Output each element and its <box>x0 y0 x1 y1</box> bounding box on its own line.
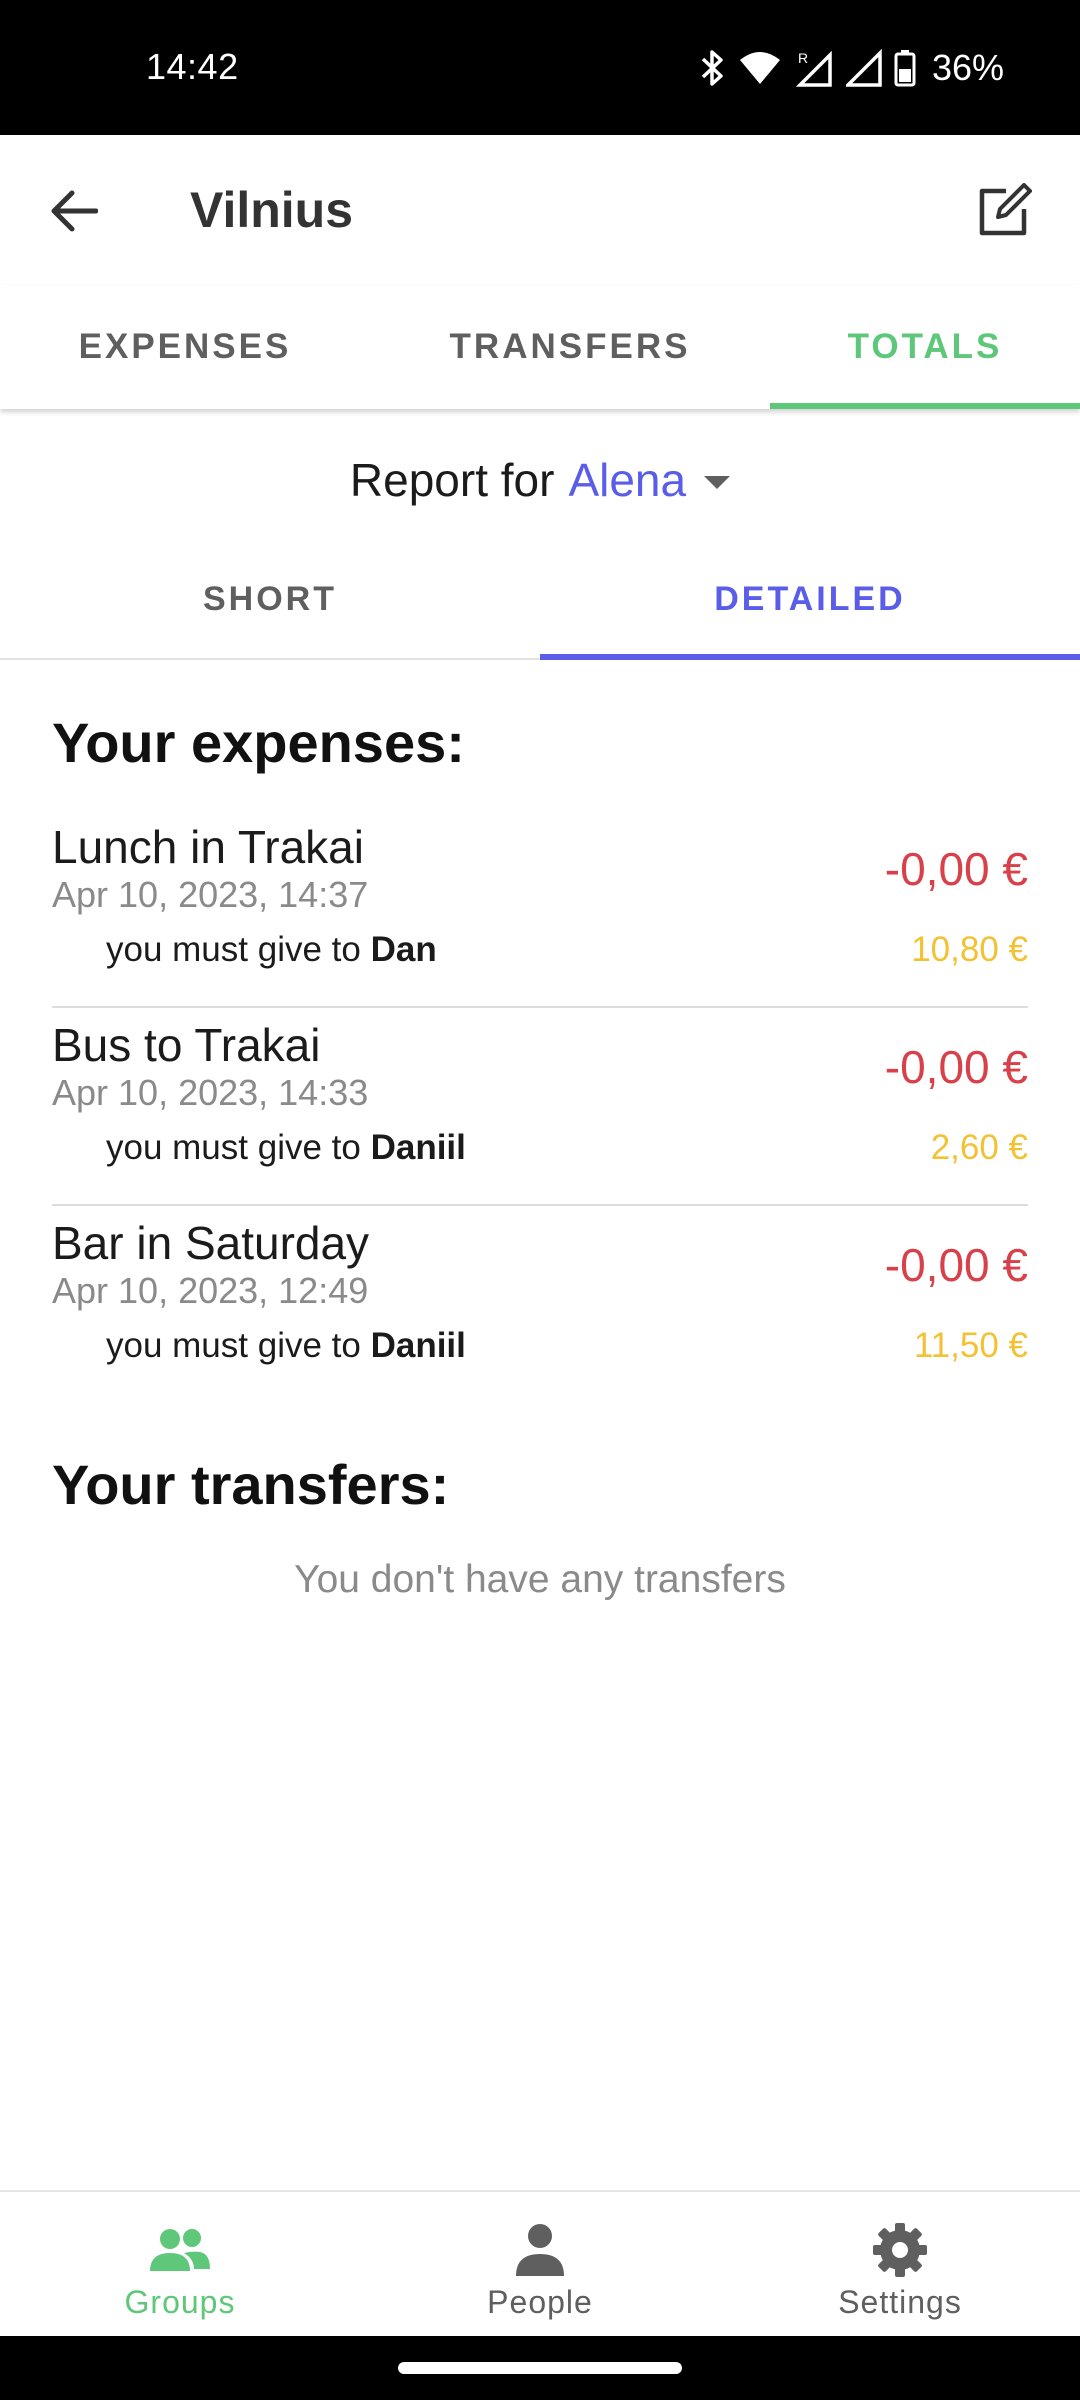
expense-amount: -0,00 € <box>884 1041 1028 1093</box>
report-label: Report for <box>349 454 555 506</box>
owe-amount: 2,60 € <box>930 1128 1028 1167</box>
expense-owe-text: you must give to Dan <box>106 930 437 970</box>
tab-totals[interactable]: TOTALS <box>770 285 1080 409</box>
report-person-dropdown[interactable]: Alena <box>568 453 731 507</box>
expense-amount: -0,00 € <box>884 843 1028 895</box>
owe-person: Daniil <box>370 1326 466 1365</box>
expense-owe-text: you must give to Daniil <box>106 1128 466 1168</box>
battery-icon <box>894 49 916 87</box>
edit-icon <box>976 182 1032 244</box>
expense-name: Bus to Trakai <box>52 1019 321 1071</box>
expense-list: Lunch in Trakai Apr 10, 2023, 14:37 -0,0… <box>52 810 1028 1404</box>
arrow-left-icon <box>50 189 99 238</box>
page-title: Vilnius <box>190 182 354 238</box>
status-time: 14:42 <box>146 46 239 87</box>
caret-down-icon <box>704 475 731 489</box>
nav-groups[interactable]: Groups <box>0 2192 360 2336</box>
groups-icon <box>148 2220 212 2280</box>
back-button[interactable] <box>36 175 112 251</box>
tab-transfers[interactable]: TRANSFERS <box>370 285 770 409</box>
nav-people-label: People <box>487 2284 593 2320</box>
tab-detailed[interactable]: DETAILED <box>540 540 1080 660</box>
expense-date: Apr 10, 2023, 14:37 <box>52 874 369 915</box>
expense-date: Apr 10, 2023, 14:33 <box>52 1072 369 1113</box>
expense-owe-text: you must give to Daniil <box>106 1326 466 1366</box>
status-icons: R 36% <box>700 46 1004 90</box>
signal-roaming-icon: R <box>794 49 834 87</box>
signal-icon <box>845 49 882 87</box>
report-person-name: Alena <box>568 454 687 506</box>
bottom-navigation: Groups People Settings <box>0 2190 1080 2336</box>
battery-percent: 36% <box>931 47 1004 88</box>
list-item[interactable]: Lunch in Trakai Apr 10, 2023, 14:37 -0,0… <box>52 810 1028 1008</box>
nav-settings[interactable]: Settings <box>720 2192 1080 2336</box>
report-selector-row: Report for Alena <box>0 440 1080 520</box>
list-item[interactable]: Bar in Saturday Apr 10, 2023, 12:49 -0,0… <box>52 1206 1028 1404</box>
transfers-section-title: Your transfers: <box>52 1453 450 1516</box>
group-tabs: EXPENSES TRANSFERS TOTALS <box>0 285 1080 409</box>
home-gesture-handle[interactable] <box>398 2362 682 2374</box>
svg-text:R: R <box>798 50 808 66</box>
expense-date: Apr 10, 2023, 12:49 <box>52 1270 369 1311</box>
expense-name: Bar in Saturday <box>52 1217 370 1269</box>
edit-button[interactable] <box>964 173 1044 253</box>
owe-prefix: you must give to <box>106 1128 361 1167</box>
nav-settings-label: Settings <box>838 2284 962 2320</box>
expense-name: Lunch in Trakai <box>52 821 364 873</box>
app-bar: Vilnius <box>0 135 1080 285</box>
status-bar: 14:42 R 36% <box>0 0 1080 135</box>
owe-person: Daniil <box>370 1128 466 1167</box>
owe-person: Dan <box>370 930 437 969</box>
owe-prefix: you must give to <box>106 1326 361 1365</box>
tab-expenses[interactable]: EXPENSES <box>0 285 370 409</box>
person-icon <box>512 2220 568 2280</box>
transfers-empty-message: You don't have any transfers <box>294 1558 786 1601</box>
nav-groups-label: Groups <box>124 2284 236 2320</box>
gear-icon <box>871 2220 929 2280</box>
owe-prefix: you must give to <box>106 930 361 969</box>
report-mode-tabs: SHORT DETAILED <box>0 540 1080 660</box>
owe-amount: 11,50 € <box>913 1326 1028 1365</box>
owe-amount: 10,80 € <box>911 930 1028 969</box>
bluetooth-icon <box>700 48 726 88</box>
nav-people[interactable]: People <box>360 2192 720 2336</box>
tab-short[interactable]: SHORT <box>0 540 540 658</box>
expense-amount: -0,00 € <box>884 1239 1028 1291</box>
wifi-icon <box>738 50 782 86</box>
list-item[interactable]: Bus to Trakai Apr 10, 2023, 14:33 -0,00 … <box>52 1008 1028 1206</box>
expenses-section-title: Your expenses: <box>52 711 465 774</box>
